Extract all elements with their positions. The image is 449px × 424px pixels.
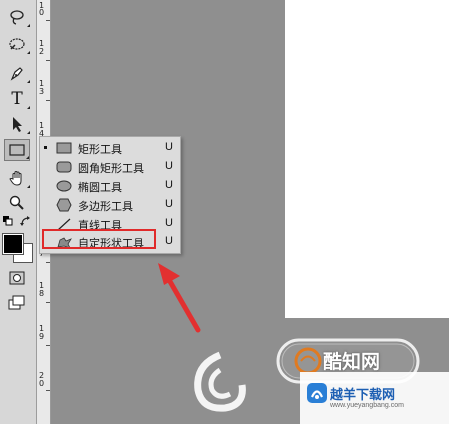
- tool-group-caret: [27, 185, 30, 188]
- zoom-tool-button[interactable]: [4, 192, 30, 214]
- ruler-tick: [46, 262, 50, 263]
- ruler-tick: [46, 60, 50, 61]
- quick-select-icon: [9, 38, 25, 50]
- rectangle-tool-button[interactable]: [4, 139, 30, 161]
- tool-group-caret: [27, 106, 30, 109]
- site-url: www.yueyangbang.com: [330, 402, 404, 409]
- menu-item-shortcut: U: [165, 235, 173, 247]
- menu-item-rounded-rectangle-tool[interactable]: 圆角矩形工具 U: [40, 158, 180, 177]
- type-icon: T: [11, 89, 23, 109]
- site-brand-name: 越羊下载网: [330, 388, 396, 403]
- tool-group-caret: [26, 156, 29, 159]
- ruler-tick: [46, 100, 50, 101]
- rectangle-shape-icon: [56, 142, 72, 154]
- tool-group-caret: [27, 51, 30, 54]
- ruler-label: 9: [39, 332, 45, 341]
- ruler-label: 0: [39, 379, 45, 388]
- polygon-shape-icon: [56, 198, 72, 212]
- path-select-tool-button[interactable]: [4, 113, 30, 135]
- default-colors-icon[interactable]: [3, 216, 13, 226]
- photoshop-window: T 1 0 1 2 1 3 1 4 1 8 1 9 2 0 矩形工具 U 圆角矩…: [0, 0, 449, 424]
- quick-mask-icon: [9, 271, 25, 285]
- rectangle-tool-icon: [9, 144, 25, 156]
- quick-mask-button[interactable]: [4, 267, 30, 289]
- menu-item-ellipse-tool[interactable]: 椭圆工具 U: [40, 177, 180, 196]
- active-tool-bullet: [44, 146, 47, 149]
- ruler-label: 8: [39, 289, 45, 298]
- tools-panel: T: [0, 0, 37, 424]
- watermark-text: 酷知网: [323, 351, 381, 373]
- annotation-highlight-box: [42, 229, 156, 249]
- ruler-tick: [46, 20, 50, 21]
- screen-mode-button[interactable]: [4, 292, 30, 314]
- menu-item-shortcut: U: [165, 217, 173, 229]
- ruler-label: 0: [39, 8, 45, 17]
- annotation-arrow-icon: [158, 263, 201, 333]
- ruler-label: 2: [39, 47, 45, 56]
- ruler-tick: [46, 345, 50, 346]
- menu-item-label: 圆角矩形工具: [78, 162, 144, 175]
- lasso-icon: [10, 10, 24, 25]
- path-select-icon: [13, 117, 22, 132]
- ruler-tick: [46, 302, 50, 303]
- menu-item-shortcut: U: [165, 141, 173, 153]
- tool-group-caret: [27, 24, 30, 27]
- ellipse-shape-icon: [56, 180, 72, 192]
- pen-tool-button[interactable]: [4, 62, 30, 84]
- hand-icon: [9, 171, 22, 186]
- hand-tool-button[interactable]: [4, 167, 30, 189]
- site-logo-icon: [307, 383, 327, 403]
- zoom-icon: [9, 195, 24, 210]
- menu-item-label: 矩形工具: [78, 143, 122, 156]
- document-canvas[interactable]: [285, 0, 449, 318]
- quick-select-tool-button[interactable]: [4, 33, 30, 55]
- menu-item-shortcut: U: [165, 160, 173, 172]
- pen-icon: [10, 67, 23, 81]
- watermark-swirl-logo: [194, 351, 246, 412]
- menu-item-polygon-tool[interactable]: 多边形工具 U: [40, 196, 180, 215]
- menu-item-shortcut: U: [165, 198, 173, 210]
- foreground-color-swatch[interactable]: [2, 233, 24, 255]
- menu-item-shortcut: U: [165, 179, 173, 191]
- ruler-label: 3: [39, 87, 45, 96]
- menu-item-rectangle-tool[interactable]: 矩形工具 U: [40, 139, 180, 158]
- menu-item-label: 多边形工具: [78, 200, 133, 213]
- swap-colors-icon[interactable]: [20, 216, 31, 227]
- rounded-rectangle-shape-icon: [56, 161, 72, 173]
- screen-mode-icon: [8, 295, 25, 310]
- tool-group-caret: [27, 131, 30, 134]
- menu-item-label: 椭圆工具: [78, 181, 122, 194]
- type-tool-button[interactable]: T: [4, 88, 30, 110]
- tool-group-caret: [27, 80, 30, 83]
- lasso-tool-button[interactable]: [4, 6, 30, 28]
- ruler-tick: [46, 390, 50, 391]
